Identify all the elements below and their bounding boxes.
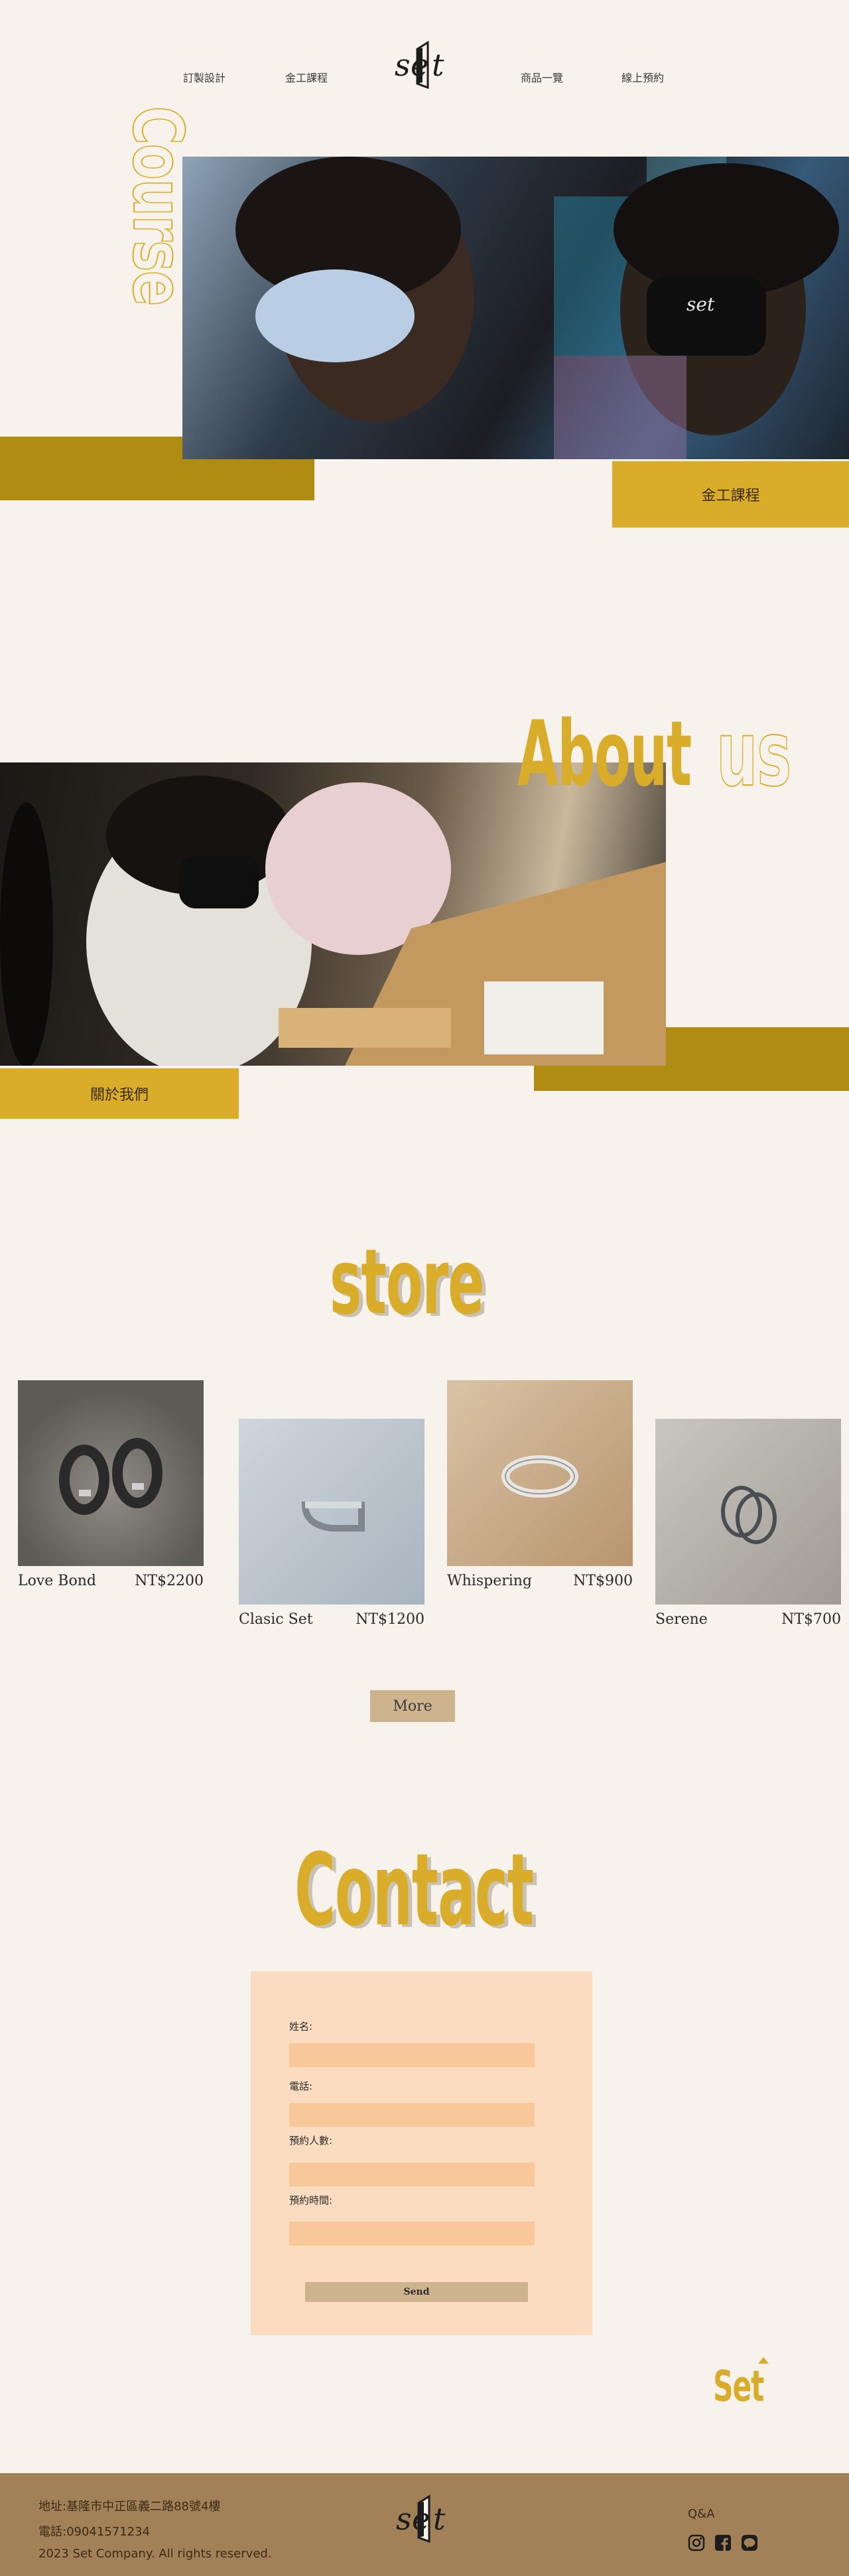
svg-text:t: t — [432, 47, 444, 83]
svg-text:t: t — [433, 2501, 446, 2537]
footer-copyright: 2023 Set Company. All rights reserved. — [38, 2547, 272, 2561]
phone-label: 電話: — [289, 2080, 313, 2092]
party-size-label: 預約人數: — [289, 2135, 333, 2147]
svg-text:Set: Set — [713, 2362, 764, 2410]
product-image[interactable] — [18, 1380, 204, 1566]
line-icon[interactable] — [741, 2534, 758, 2551]
product-name: Clasic Set — [239, 1611, 313, 1628]
store-title-text: store — [330, 1231, 484, 1330]
instagram-icon[interactable] — [688, 2534, 705, 2551]
product-image[interactable] — [447, 1380, 633, 1566]
nav-link-custom-design[interactable]: 訂製設計 — [183, 69, 226, 85]
name-label: 姓名: — [289, 2021, 313, 2033]
facebook-icon[interactable] — [714, 2534, 732, 2551]
svg-text:Course: Course — [126, 106, 198, 305]
product-name: Love Bond — [18, 1573, 96, 1589]
phone-field[interactable] — [289, 2103, 535, 2127]
booking-time-label: 預約時間: — [289, 2194, 333, 2206]
product-price: NT$1200 — [356, 1611, 424, 1628]
about-cta[interactable]: 關於我們 — [0, 1068, 239, 1119]
footer-address: 地址:基隆市中正區義二路88號4樓 — [38, 2500, 221, 2514]
product-image[interactable] — [655, 1419, 841, 1605]
product-price: NT$700 — [781, 1611, 841, 1628]
product-name: Serene — [655, 1611, 708, 1628]
nav-link-booking[interactable]: 線上預約 — [621, 69, 664, 85]
footer-phone: 電話:09041571234 — [38, 2525, 151, 2539]
about-title-outline: us — [716, 702, 791, 800]
nav-link-metal-course[interactable]: 金工課程 — [285, 69, 328, 85]
name-field[interactable] — [289, 2043, 535, 2067]
course-vertical-title: Course — [117, 100, 206, 312]
booking-form: 姓名: 電話: 預約人數: 預約時間: Send — [251, 1971, 592, 2335]
store-title: store store — [328, 1230, 494, 1338]
set-wordmark: Set — [713, 2357, 773, 2411]
product-price: NT$900 — [573, 1573, 633, 1589]
footer-qa-link[interactable]: Q&A — [688, 2507, 715, 2521]
about-photo — [0, 762, 666, 1066]
svg-text:s: s — [395, 47, 411, 83]
contact-title: Contact Contact — [293, 1831, 545, 1951]
product-price: NT$2200 — [135, 1573, 204, 1589]
svg-text:e: e — [411, 47, 428, 83]
svg-text:e: e — [412, 2501, 430, 2537]
product-image[interactable] — [239, 1419, 424, 1605]
course-photo: set — [182, 157, 849, 459]
more-button[interactable]: More — [370, 1690, 455, 1722]
footer-logo[interactable]: s e t — [389, 2488, 462, 2548]
party-size-field[interactable] — [289, 2163, 535, 2186]
svg-text:s: s — [396, 2501, 412, 2537]
svg-text:set: set — [686, 293, 715, 315]
course-cta[interactable]: 金工課程 — [612, 461, 849, 528]
contact-title-text: Contact — [294, 1833, 533, 1938]
nav-link-products[interactable]: 商品一覽 — [521, 69, 563, 85]
booking-time-field[interactable] — [289, 2222, 535, 2246]
send-button[interactable]: Send — [305, 2282, 528, 2302]
about-title-solid: About — [517, 702, 691, 800]
site-logo[interactable]: s e t — [388, 35, 461, 94]
product-name: Whispering — [447, 1573, 533, 1589]
about-title: About us — [517, 700, 809, 808]
